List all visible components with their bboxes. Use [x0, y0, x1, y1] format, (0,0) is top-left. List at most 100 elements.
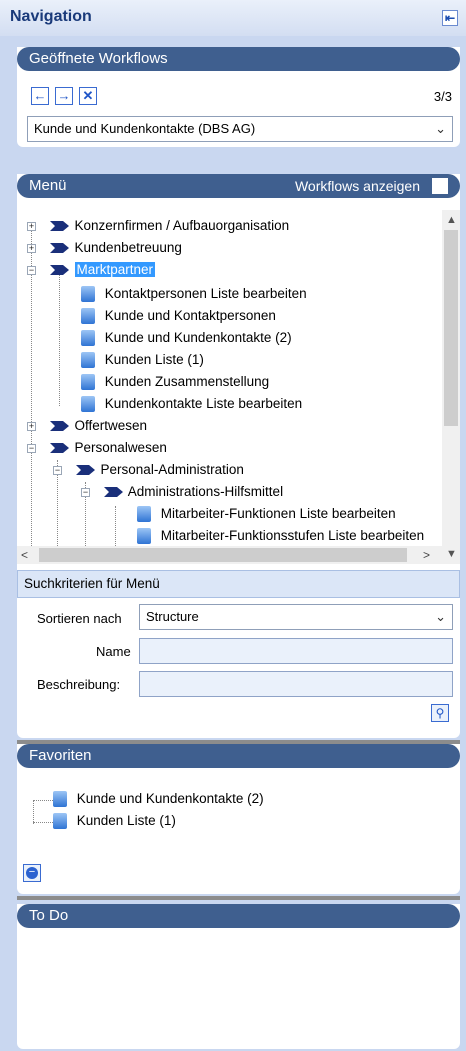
chevron-right-icon [49, 243, 69, 254]
tree-item-kunde-kundenkontakte[interactable]: Kunde und Kundenkontakte (2) [81, 327, 292, 349]
form-icon [53, 791, 67, 808]
dock-icon[interactable]: ⇤ [442, 10, 458, 26]
favorite-item[interactable]: Kunde und Kundenkontakte (2) [53, 788, 264, 810]
favorites-panel: Favoriten Kunde und Kundenkontakte (2) K… [17, 744, 460, 894]
tree-item-label: Administrations-Hilfsmittel [127, 484, 284, 499]
navigation-title: Navigation [10, 8, 92, 25]
search-criteria-header: Suchkriterien für Menü [17, 570, 460, 598]
tree-item-kunden-zusammenstellung[interactable]: Kunden Zusammenstellung [81, 371, 269, 393]
form-icon [81, 374, 95, 391]
form-icon [81, 286, 95, 303]
tree-item-label: Kundenkontakte Liste bearbeiten [104, 396, 303, 411]
sort-select[interactable]: Structure ⌄ [139, 604, 453, 630]
workflow-select[interactable]: Kunde und Kundenkontakte (DBS AG) ⌄ [27, 116, 453, 142]
sort-label: Sortieren nach [37, 611, 122, 626]
minus-circle-icon: − [26, 867, 38, 879]
menu-tree[interactable]: + Konzernfirmen / Aufbauorganisation + K… [17, 210, 460, 564]
form-icon [81, 330, 95, 347]
tree-item-marktpartner[interactable]: − Marktpartner [27, 259, 156, 281]
collapse-icon[interactable]: − [53, 466, 62, 475]
chevron-right-icon [49, 265, 69, 276]
expand-icon[interactable]: + [27, 222, 36, 231]
tree-item-offertwesen[interactable]: + Offertwesen [27, 415, 147, 437]
expand-icon[interactable]: + [27, 422, 36, 431]
horizontal-scroll-thumb[interactable] [39, 548, 407, 562]
tree-item-label: Personal-Administration [100, 462, 244, 477]
collapse-icon[interactable]: − [81, 488, 90, 497]
tree-item-label: Personalwesen [74, 440, 167, 455]
todo-panel-header: To Do [17, 904, 460, 928]
tree-item-mitarbeiter-funktionsstufen[interactable]: Mitarbeiter-Funktionsstufen Liste bearbe… [137, 525, 424, 547]
form-icon [137, 506, 151, 523]
previous-workflow-button[interactable]: ← [31, 87, 49, 105]
show-workflows-label: Workflows anzeigen [294, 178, 420, 194]
sort-select-value: Structure [146, 609, 199, 624]
chevron-right-icon [49, 443, 69, 454]
show-workflows-checkbox[interactable] [432, 178, 448, 194]
chevron-down-icon: ⌄ [435, 609, 446, 624]
form-icon [137, 528, 151, 545]
form-icon [81, 352, 95, 369]
remove-favorite-button[interactable]: − [23, 864, 41, 882]
tree-item-administrations-hilfsmittel[interactable]: − Administrations-Hilfsmittel [81, 481, 283, 503]
tree-item-label: Kunden Liste (1) [104, 352, 204, 367]
workflows-panel-header: Geöffnete Workflows [17, 47, 460, 71]
next-workflow-button[interactable]: → [55, 87, 73, 105]
todo-panel: To Do [17, 904, 460, 1049]
tree-item-personalwesen[interactable]: − Personalwesen [27, 437, 167, 459]
expand-icon[interactable]: + [27, 244, 36, 253]
form-icon [81, 308, 95, 325]
tree-item-label: Kundenbetreuung [74, 240, 182, 255]
scroll-right-icon[interactable]: > [423, 548, 430, 562]
search-criteria-title: Suchkriterien für Menü [24, 576, 160, 591]
tree-item-kundenkontakte-liste[interactable]: Kundenkontakte Liste bearbeiten [81, 393, 302, 415]
scroll-up-icon[interactable]: ▲ [446, 214, 457, 226]
chevron-right-icon [49, 421, 69, 432]
form-icon [81, 396, 95, 413]
favorite-item-label: Kunde und Kundenkontakte (2) [76, 791, 264, 806]
chevron-down-icon: ⌄ [435, 121, 446, 136]
collapse-icon[interactable]: − [27, 444, 36, 453]
tree-item-konzernfirmen[interactable]: + Konzernfirmen / Aufbauorganisation [27, 215, 289, 237]
favorites-panel-header: Favoriten [17, 744, 460, 768]
magnifier-icon: ⚲ [435, 706, 445, 720]
form-icon [53, 813, 67, 830]
vertical-scroll-thumb[interactable] [444, 230, 458, 426]
name-label: Name [96, 644, 131, 659]
description-input[interactable] [139, 671, 453, 697]
chevron-right-icon [75, 465, 95, 476]
menu-panel-header: Menü Workflows anzeigen [17, 174, 460, 198]
tree-item-label: Kunde und Kundenkontakte (2) [104, 330, 292, 345]
search-button[interactable]: ⚲ [431, 704, 449, 722]
tree-horizontal-scrollbar[interactable]: < > [17, 546, 442, 564]
tree-item-label: Kunden Zusammenstellung [104, 374, 270, 389]
workflow-count: 3/3 [433, 89, 452, 104]
chevron-right-icon [49, 221, 69, 232]
close-workflow-button[interactable]: ✕ [79, 87, 97, 105]
name-input[interactable] [139, 638, 453, 664]
collapse-icon[interactable]: − [27, 266, 36, 275]
scroll-left-icon[interactable]: < [21, 548, 28, 562]
workflow-select-value: Kunde und Kundenkontakte (DBS AG) [34, 121, 256, 136]
description-label: Beschreibung: [37, 677, 121, 692]
tree-item-kundenbetreuung[interactable]: + Kundenbetreuung [27, 237, 182, 259]
tree-item-label: Kunde und Kontaktpersonen [104, 308, 276, 323]
workflows-panel: Geöffnete Workflows ← → ✕ 3/3 Kunde und … [17, 47, 460, 147]
tree-item-personal-administration[interactable]: − Personal-Administration [53, 459, 244, 481]
panel-separator [17, 896, 460, 900]
menu-panel: Menü Workflows anzeigen + Konzernfirmen … [17, 174, 460, 738]
chevron-right-icon [103, 487, 123, 498]
tree-item-label: Mitarbeiter-Funktionen Liste bearbeiten [160, 506, 396, 521]
tree-item-label: Konzernfirmen / Aufbauorganisation [74, 218, 290, 233]
favorite-item[interactable]: Kunden Liste (1) [53, 810, 176, 832]
tree-vertical-scrollbar[interactable]: ▲ ▼ [442, 210, 460, 564]
favorite-item-label: Kunden Liste (1) [76, 813, 176, 828]
scroll-down-icon[interactable]: ▼ [446, 548, 457, 560]
tree-item-kunden-liste[interactable]: Kunden Liste (1) [81, 349, 204, 371]
tree-item-kunde-kontaktpersonen[interactable]: Kunde und Kontaktpersonen [81, 305, 276, 327]
tree-item-mitarbeiter-funktionen[interactable]: Mitarbeiter-Funktionen Liste bearbeiten [137, 503, 396, 525]
navigation-header: Navigation ⇤ [0, 0, 466, 36]
tree-item-label: Kontaktpersonen Liste bearbeiten [104, 286, 307, 301]
tree-item-kontaktpersonen-liste[interactable]: Kontaktpersonen Liste bearbeiten [81, 283, 307, 305]
tree-item-label: Marktpartner [74, 262, 156, 277]
